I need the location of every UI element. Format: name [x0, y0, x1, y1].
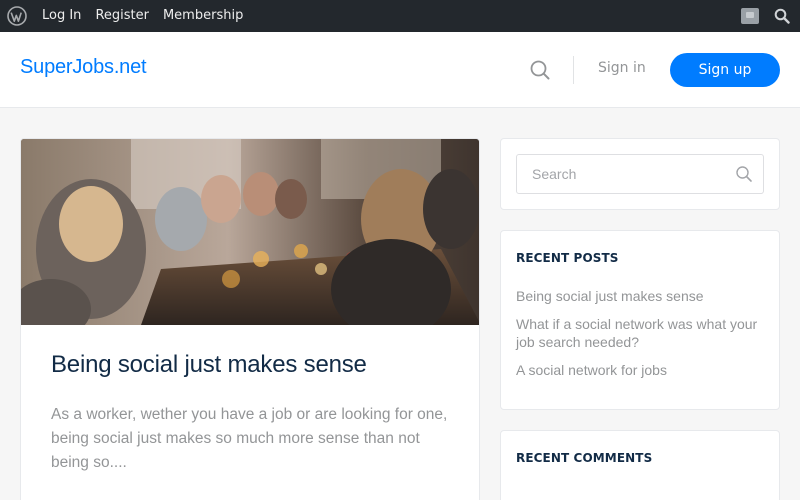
recent-post-link[interactable]: What if a social network was what your j…	[516, 315, 766, 351]
post-card: Being social just makes sense As a worke…	[20, 138, 480, 500]
post-title[interactable]: Being social just makes sense	[51, 351, 367, 379]
wordpress-logo-icon[interactable]	[0, 0, 35, 32]
recent-posts-widget: RECENT POSTS Being social just makes sen…	[500, 230, 780, 410]
sign-in-link[interactable]: Sign in	[598, 60, 646, 76]
recent-posts-title: RECENT POSTS	[516, 251, 619, 265]
search-widget	[500, 138, 780, 210]
post-featured-image[interactable]	[21, 139, 479, 325]
search-icon[interactable]	[735, 165, 753, 183]
header-search-icon[interactable]	[528, 58, 552, 82]
admin-login-link[interactable]: Log In	[35, 0, 88, 32]
admin-register-link[interactable]: Register	[88, 0, 156, 32]
recent-comments-title: RECENT COMMENTS	[516, 451, 653, 465]
search-input[interactable]	[517, 155, 727, 193]
post-excerpt: As a worker, wether you have a job or ar…	[51, 406, 448, 471]
recent-post-link[interactable]: Being social just makes sense	[516, 287, 766, 305]
admin-bar: Log In Register Membership	[0, 0, 800, 32]
recent-comments-widget: RECENT COMMENTS	[500, 430, 780, 500]
admin-search-icon[interactable]	[766, 0, 798, 32]
recent-post-link[interactable]: A social network for jobs	[516, 361, 766, 379]
site-title[interactable]: SuperJobs.net	[20, 56, 147, 79]
recent-posts-list: Being social just makes sense What if a …	[516, 287, 766, 389]
site-header: SuperJobs.net Sign in Sign up	[0, 32, 800, 108]
search-box	[516, 154, 764, 194]
admin-membership-link[interactable]: Membership	[156, 0, 250, 32]
notifications-icon[interactable]	[734, 0, 766, 32]
header-divider	[573, 56, 574, 84]
sign-up-button[interactable]: Sign up	[670, 53, 780, 87]
